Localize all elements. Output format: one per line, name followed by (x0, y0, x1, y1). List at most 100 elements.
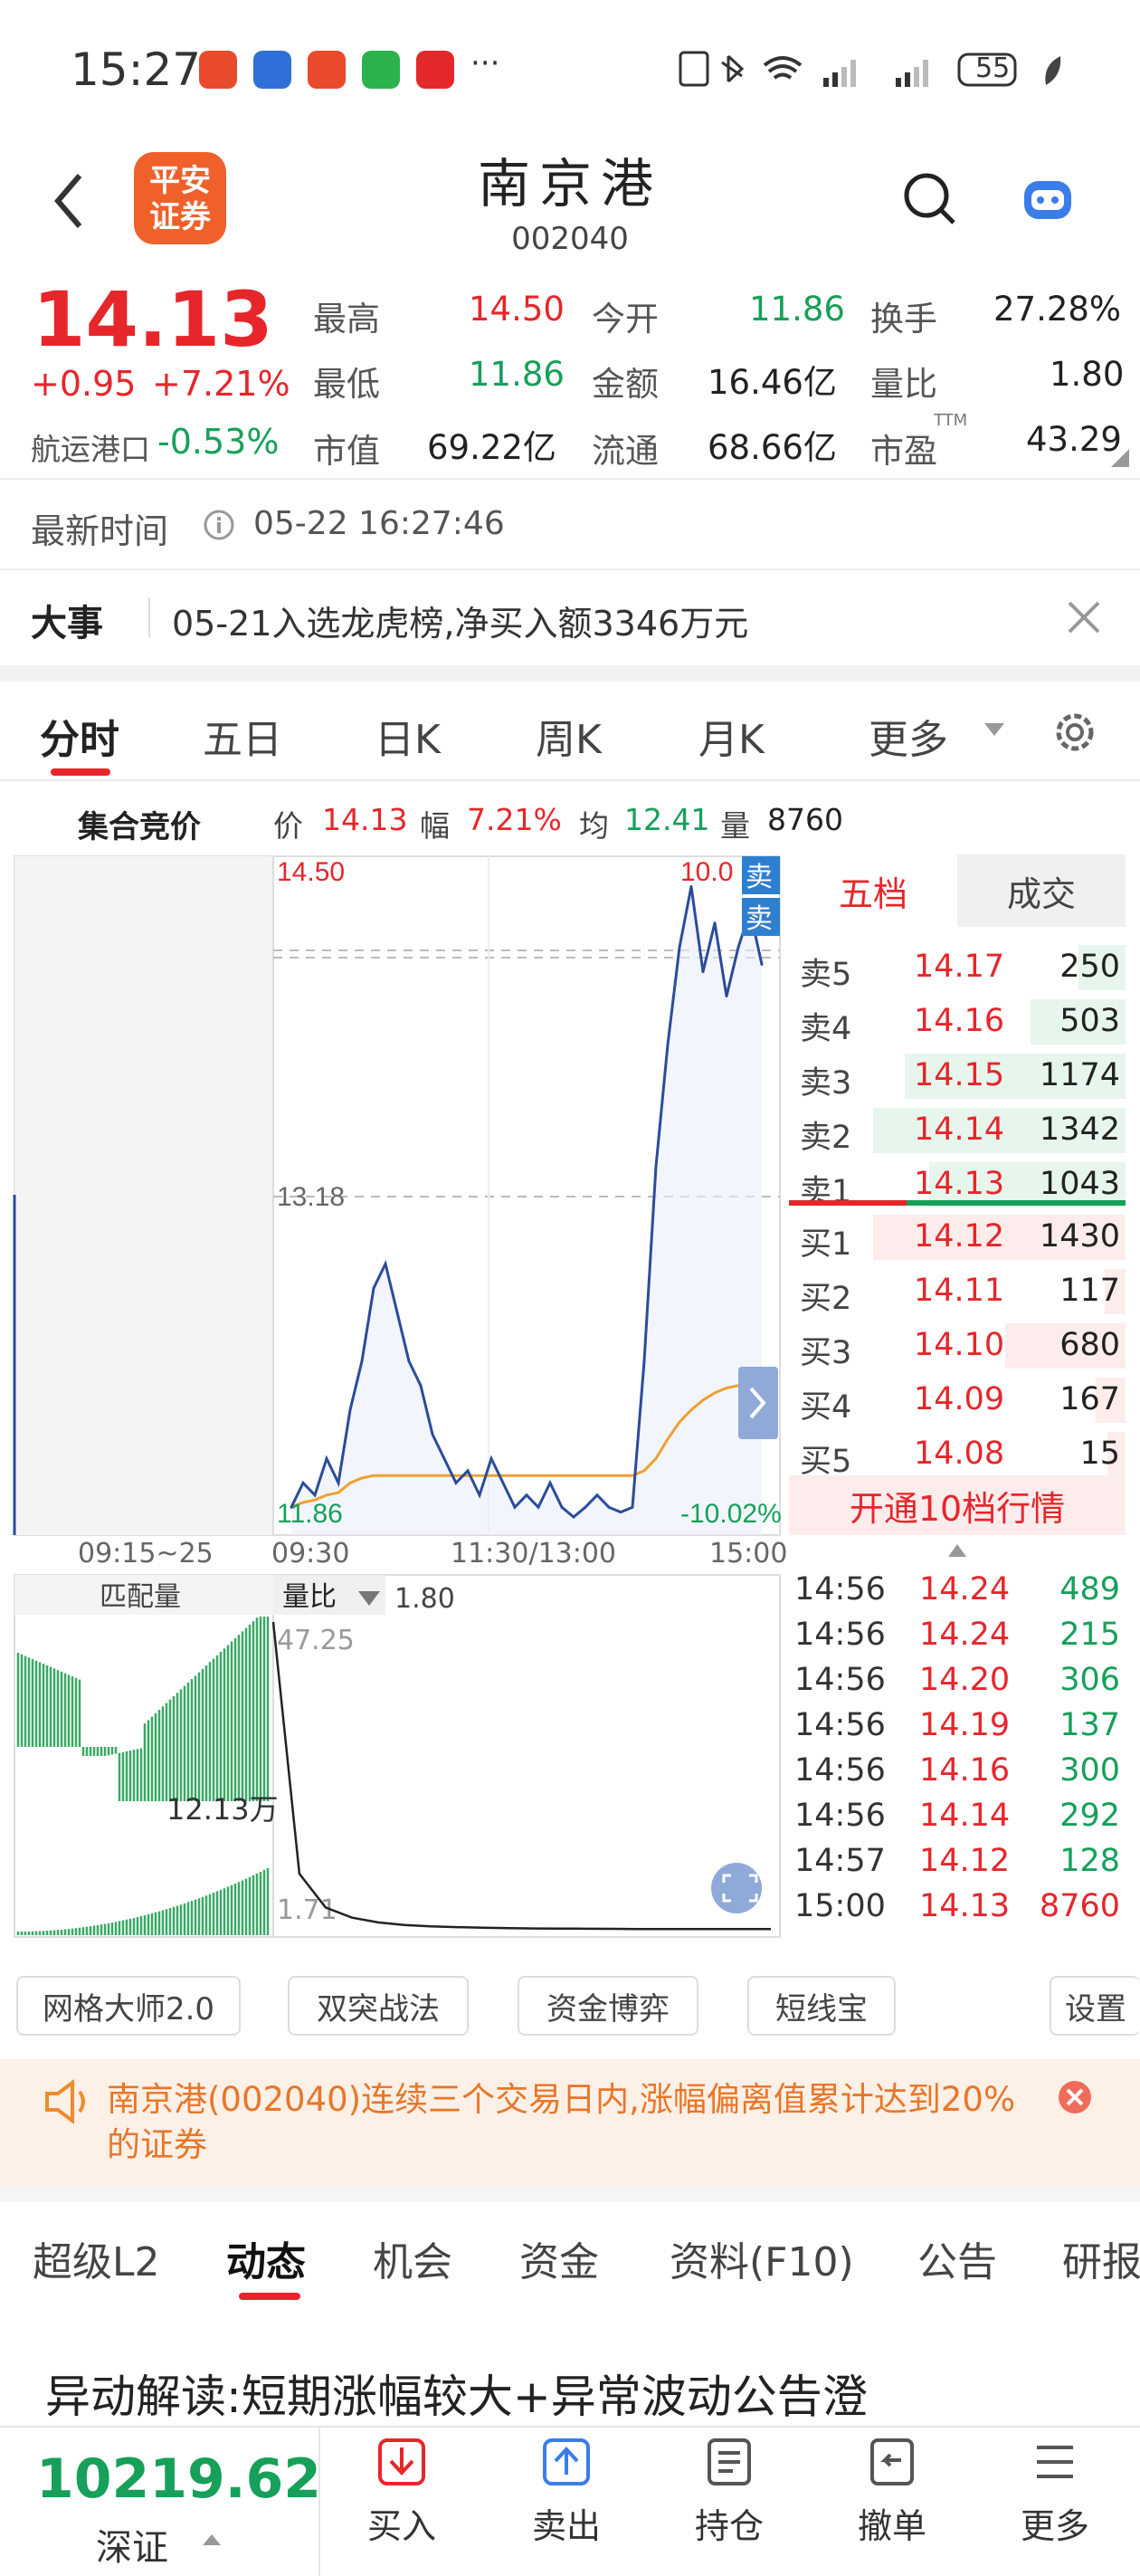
close-icon[interactable] (1066, 599, 1102, 635)
bid-row[interactable]: 买5 14.08 15 (789, 1428, 1126, 1481)
gear-icon[interactable] (1048, 705, 1102, 759)
notice-text[interactable]: 南京港(002040)连续三个交易日内,涨幅偏离值累计达到20%的证券 (107, 2077, 1030, 2168)
sector-name[interactable]: 航运港口 (31, 425, 150, 469)
info-tabs: 超级L2 动态 机会 资金 资料(F10) 公告 研报 (0, 2202, 1140, 2306)
price-point (595, 1493, 599, 1497)
speaker-icon (45, 2079, 85, 2124)
pe-ttm-tag: TTM (934, 411, 968, 430)
price-change: +0.95 (31, 364, 137, 404)
trade-list[interactable]: 14:56 14.24 489 14:56 14.24 215 14:56 14.20 306 1… (789, 1566, 1126, 1946)
event-text[interactable]: 05-21入选龙虎榜,净买入额3346万元 (172, 596, 748, 645)
sector-change[interactable]: -0.53% (157, 422, 279, 462)
fund-game-button[interactable]: 资金博弈 (518, 1976, 698, 2036)
trade-time: 14:56 (794, 1752, 886, 1789)
tab-research[interactable]: 研报 (1062, 2229, 1140, 2287)
event-bar[interactable]: 大事 05-21入选龙虎榜,净买入额3346万元 (0, 570, 1140, 665)
tab-monthly-k[interactable]: 月K (698, 707, 765, 765)
trade-time: 14:56 (794, 1662, 886, 1698)
stock-header: 平安 证券 南京港 002040 (0, 136, 1140, 270)
holdings-label: 持仓 (694, 2506, 764, 2546)
bid-row[interactable]: 买2 14.11 117 (789, 1265, 1126, 1318)
price-point (736, 946, 740, 949)
price-point (642, 1360, 646, 1363)
tab-level5[interactable]: 五档 (789, 854, 957, 927)
level-label: 卖2 (800, 1120, 852, 1156)
intraday-chart[interactable]: 14.50 13.18 11.86 10.0 -10.02% 卖卖 09:15~25 09:3… (0, 851, 787, 1969)
auction-price-label: 价 (273, 808, 303, 844)
search-icon[interactable] (901, 170, 959, 228)
settings-button[interactable]: 设置 (1050, 1976, 1140, 2036)
cancel-order-icon (870, 2438, 914, 2485)
tab-intraday[interactable]: 分时 (40, 707, 119, 765)
info-icon[interactable] (203, 509, 235, 541)
level-price: 14.10 (914, 1327, 1005, 1363)
grid-master-button[interactable]: 网格大师2.0 (16, 1976, 241, 2036)
buy-button[interactable]: 买入 (347, 2437, 456, 2548)
c-app-icon (416, 51, 454, 89)
price-point (760, 963, 764, 967)
tab-dynamics[interactable]: 动态 (226, 2229, 306, 2287)
robot-assistant-icon[interactable] (1019, 172, 1077, 226)
x-tick: 09:30 (271, 1538, 349, 1569)
tab-more[interactable]: 更多 (869, 707, 948, 765)
ask-row[interactable]: 卖5 14.17 250 (789, 941, 1126, 994)
price-point (442, 1456, 446, 1460)
open-10-level-button[interactable]: 开通10档行情 (789, 1475, 1126, 1535)
fullscreen-button (711, 1863, 762, 1913)
price-change-pct: +7.21% (152, 364, 290, 404)
level-label: 卖4 (800, 1011, 852, 1047)
holdings-button[interactable]: 持仓 (675, 2437, 784, 2548)
bid-row[interactable]: 买3 14.10 680 (789, 1320, 1126, 1372)
price-point (466, 1469, 470, 1473)
trade-time: 14:56 (794, 1571, 886, 1608)
auction-label: 集合竞价 (78, 809, 201, 845)
ask-row[interactable]: 卖4 14.16 503 (789, 996, 1126, 1048)
tab-active-indicator (51, 768, 110, 776)
tab-f10[interactable]: 资料(F10) (670, 2229, 854, 2287)
ask-row[interactable]: 卖2 14.14 1342 (789, 1104, 1126, 1157)
auction-pct-label: 幅 (420, 808, 450, 844)
mcap-value: 69.22亿 (427, 428, 556, 467)
bid-row[interactable]: 买1 14.12 1430 (789, 1211, 1126, 1264)
sell-marker-label: 卖 (746, 862, 773, 893)
breakout-strategy-button[interactable]: 双突战法 (288, 1976, 469, 2036)
price-point (301, 1481, 305, 1484)
collapse-up-icon[interactable] (946, 1542, 968, 1559)
trade-volume: 300 (1059, 1752, 1120, 1789)
tab-five-day[interactable]: 五日 (203, 707, 282, 765)
price-point (725, 994, 728, 997)
auction-avg: 12.41 (624, 802, 710, 837)
tab-super-l2[interactable]: 超级L2 (33, 2229, 160, 2287)
tab-weekly-k[interactable]: 周K (536, 707, 602, 765)
tab-daily-k[interactable]: 日K (375, 707, 441, 765)
tab-opportunity[interactable]: 机会 (373, 2229, 452, 2287)
tab-announcements[interactable]: 公告 (917, 2229, 997, 2287)
index-value[interactable]: 10219.62 (36, 2447, 321, 2511)
news-headline[interactable]: 异动解读:短期涨幅较大+异常波动公告澄 (45, 2361, 868, 2426)
index-name[interactable]: 深证 (96, 2518, 168, 2571)
level-price: 14.14 (914, 1111, 1005, 1148)
chart-slide-handle (738, 1367, 778, 1439)
more-button[interactable]: 更多 (1001, 2437, 1109, 2548)
more-label: 更多 (1020, 2506, 1089, 2546)
tab-trades[interactable]: 成交 (957, 854, 1126, 927)
price-point (360, 1360, 364, 1363)
price-point (325, 1456, 328, 1460)
low-label: 最低 (313, 365, 380, 404)
bid-row[interactable]: 买4 14.09 167 (789, 1374, 1126, 1426)
news-item[interactable]: 异动解读:短期涨幅较大+异常波动公告澄 (0, 2344, 1140, 2426)
sell-button[interactable]: 卖出 (512, 2437, 621, 2548)
cancel-order-button[interactable]: 撤单 (838, 2437, 946, 2548)
auction-price: 14.13 (322, 802, 408, 837)
chevron-up-icon[interactable] (201, 2533, 223, 2547)
status-time: 15:27 (71, 43, 202, 96)
chevron-down-icon[interactable] (983, 721, 1006, 738)
price-point (431, 1433, 434, 1436)
short-line-button[interactable]: 短线宝 (747, 1976, 896, 2036)
expand-corner-icon[interactable] (1109, 447, 1131, 469)
vol-ratio-label: 量比 (870, 365, 937, 404)
tab-capital[interactable]: 资金 (519, 2229, 599, 2287)
level-price: 14.16 (914, 1003, 1005, 1039)
close-icon[interactable] (1057, 2079, 1093, 2115)
ask-row[interactable]: 卖3 14.15 1174 (789, 1050, 1126, 1102)
